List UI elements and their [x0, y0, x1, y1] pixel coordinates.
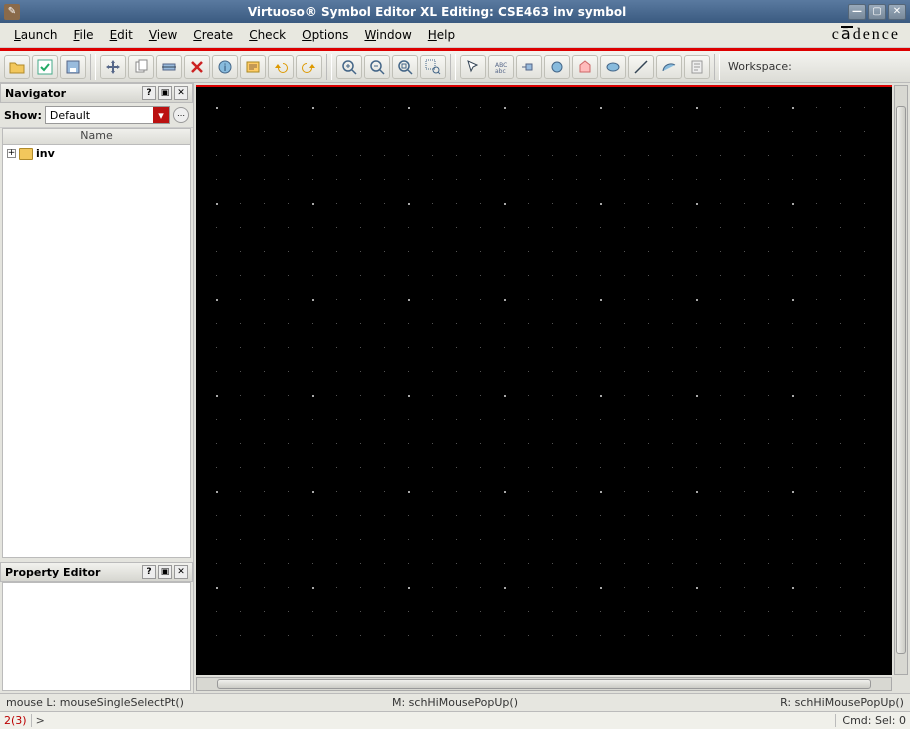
menu-check[interactable]: Check: [241, 25, 294, 45]
toolbar-separator: [326, 54, 332, 80]
move-icon[interactable]: [100, 55, 126, 79]
circle-icon[interactable]: [544, 55, 570, 79]
folder-icon: [19, 148, 33, 160]
panel-close-button[interactable]: ✕: [174, 86, 188, 100]
panel-help-button[interactable]: ?: [142, 86, 156, 100]
panel-close-button[interactable]: ✕: [174, 565, 188, 579]
menu-options[interactable]: Options: [294, 25, 356, 45]
menu-launch[interactable]: Launch: [6, 25, 65, 45]
delete-icon[interactable]: [184, 55, 210, 79]
cmd-prompt: >: [36, 714, 45, 727]
info-icon[interactable]: i: [212, 55, 238, 79]
workspace-label: Workspace:: [728, 60, 792, 73]
menu-window[interactable]: Window: [356, 25, 419, 45]
ellipse-icon[interactable]: [600, 55, 626, 79]
statusbar: mouse L: mouseSingleSelectPt() M: schHiM…: [0, 693, 910, 711]
polygon-icon[interactable]: [572, 55, 598, 79]
stretch-icon[interactable]: [156, 55, 182, 79]
redo-icon[interactable]: [296, 55, 322, 79]
navigator-tree[interactable]: Name + inv: [2, 128, 191, 558]
app-icon: ✎: [4, 4, 20, 20]
toolbar-separator: [450, 54, 456, 80]
scrollbar-thumb[interactable]: [896, 106, 906, 654]
editor-canvas[interactable]: [196, 85, 892, 675]
toolbar: i ABCabc Workspace:: [0, 51, 910, 83]
menu-edit[interactable]: Edit: [102, 25, 141, 45]
navigator-header: Navigator ? ▣ ✕: [0, 83, 193, 103]
zoom-select-icon[interactable]: [420, 55, 446, 79]
menu-view[interactable]: View: [141, 25, 185, 45]
panel-undock-button[interactable]: ▣: [158, 86, 172, 100]
chevron-down-icon: ▾: [153, 107, 169, 123]
brand-logo: cādence: [832, 26, 900, 44]
arc-icon[interactable]: [656, 55, 682, 79]
note-icon[interactable]: [684, 55, 710, 79]
undo-icon[interactable]: [268, 55, 294, 79]
toolbar-separator: [714, 54, 720, 80]
menu-create[interactable]: Create: [185, 25, 241, 45]
navigator-title: Navigator: [5, 87, 66, 100]
cmd-line-number: 2(3): [4, 714, 32, 727]
maximize-button[interactable]: ▢: [868, 4, 886, 20]
close-button[interactable]: ✕: [888, 4, 906, 20]
command-bar: 2(3) > Cmd: Sel: 0: [0, 711, 910, 729]
window-title: Virtuoso® Symbol Editor XL Editing: CSE4…: [26, 5, 848, 19]
copy-icon[interactable]: [128, 55, 154, 79]
panel-undock-button[interactable]: ▣: [158, 565, 172, 579]
menubar: Launch File Edit View Create Check Optio…: [0, 23, 910, 48]
svg-text:i: i: [224, 63, 227, 74]
show-label: Show:: [4, 109, 42, 122]
show-options-button[interactable]: ⋯: [173, 107, 189, 123]
svg-text:abc: abc: [495, 68, 506, 75]
minimize-button[interactable]: —: [848, 4, 866, 20]
show-value: Default: [50, 109, 90, 122]
menu-help[interactable]: Help: [420, 25, 463, 45]
expand-icon[interactable]: +: [7, 149, 16, 158]
tree-row[interactable]: + inv: [3, 145, 190, 162]
zoom-fit-icon[interactable]: [392, 55, 418, 79]
menu-file[interactable]: File: [65, 25, 101, 45]
horizontal-scrollbar[interactable]: [196, 677, 892, 691]
select-icon[interactable]: [460, 55, 486, 79]
label-icon[interactable]: ABCabc: [488, 55, 514, 79]
toolbar-separator: [90, 54, 96, 80]
scrollbar-thumb[interactable]: [217, 679, 871, 689]
property-editor-body[interactable]: [2, 582, 191, 691]
zoom-out-icon[interactable]: [364, 55, 390, 79]
pin-icon[interactable]: [516, 55, 542, 79]
status-mid: M: schHiMousePopUp(): [305, 696, 604, 709]
titlebar: ✎ Virtuoso® Symbol Editor XL Editing: CS…: [0, 0, 910, 23]
panel-help-button[interactable]: ?: [142, 565, 156, 579]
tree-item-label: inv: [36, 147, 55, 160]
tree-column-header[interactable]: Name: [3, 129, 190, 145]
line-icon[interactable]: [628, 55, 654, 79]
zoom-in-icon[interactable]: [336, 55, 362, 79]
property-editor-header: Property Editor ? ▣ ✕: [0, 562, 193, 582]
cmd-selection: Cmd: Sel: 0: [835, 714, 906, 727]
vertical-scrollbar[interactable]: [894, 85, 908, 675]
check-save-icon[interactable]: [32, 55, 58, 79]
show-dropdown[interactable]: Default ▾: [45, 106, 170, 124]
status-right: R: schHiMousePopUp(): [605, 696, 904, 709]
open-icon[interactable]: [4, 55, 30, 79]
properties-icon[interactable]: [240, 55, 266, 79]
save-icon[interactable]: [60, 55, 86, 79]
cmd-input[interactable]: [49, 714, 832, 727]
status-left: mouse L: mouseSingleSelectPt(): [6, 696, 305, 709]
property-editor-title: Property Editor: [5, 566, 100, 579]
